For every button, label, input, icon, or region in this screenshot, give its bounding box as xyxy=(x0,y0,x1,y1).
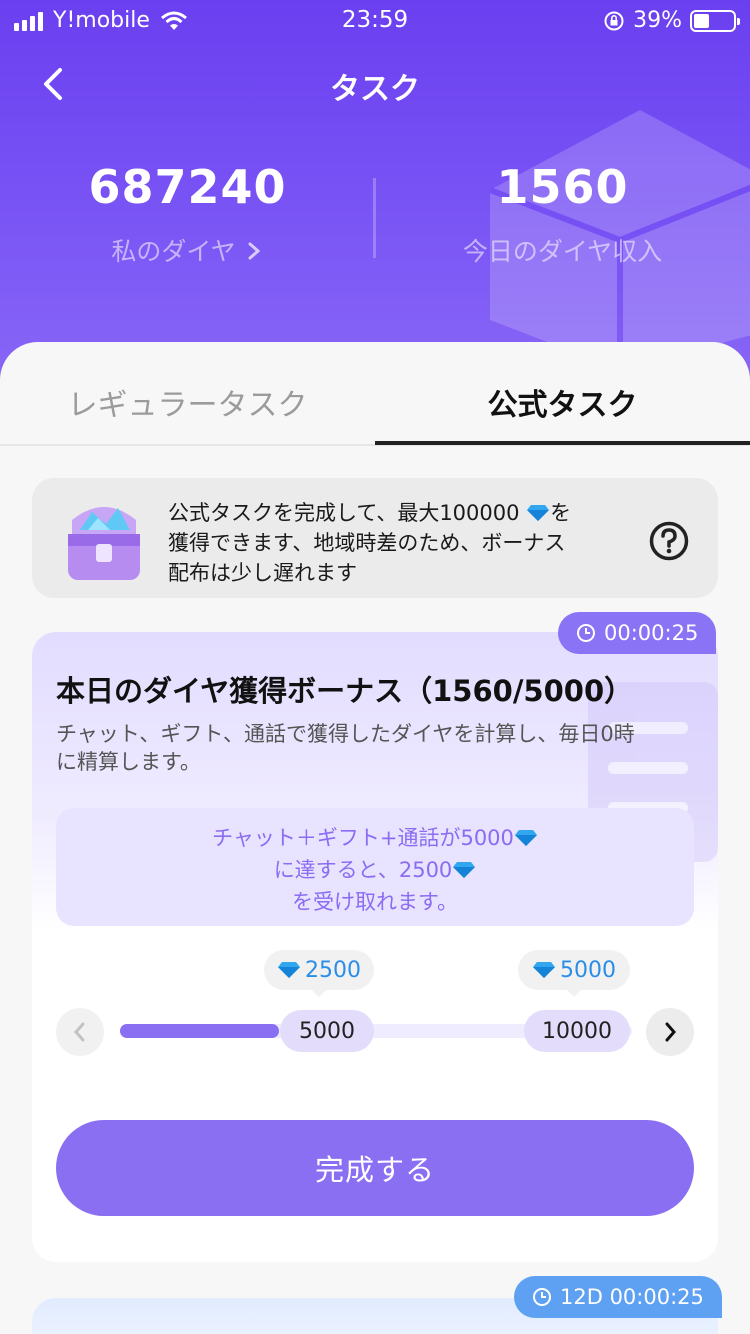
task-description-l1: チャット、ギフト、通話で獲得したダイヤを計算し、毎日0時 xyxy=(56,722,635,746)
help-question-icon[interactable] xyxy=(648,520,690,562)
task-title: 本日のダイヤ獲得ボーナス（1560/5000） xyxy=(56,674,634,708)
info-line-2: 獲得できます、地域時差のため、ボーナス xyxy=(168,531,566,555)
condition-line-1: チャット＋ギフト+通話が5000 xyxy=(212,826,514,850)
condition-line-3: を受け取れます。 xyxy=(292,890,458,914)
active-tab-indicator xyxy=(375,441,750,445)
task-timer-text: 00:00:25 xyxy=(604,621,699,645)
task-condition: チャット＋ギフト+通話が5000 に達すると、2500 を受け取れます。 xyxy=(56,808,694,926)
tab-bar: レギュラータスク 公式タスク xyxy=(0,342,750,446)
task-description-l2: に精算します。 xyxy=(56,750,201,774)
diamond-icon xyxy=(527,505,550,521)
info-text: 公式タスクを完成して、最大100000 を 獲得できます、地域時差のため、ボーナ… xyxy=(168,498,628,588)
rotation-lock-icon xyxy=(604,11,624,30)
today-income-stat: 1560 今日のダイヤ収入 xyxy=(375,160,750,268)
chevron-right-icon xyxy=(665,1022,676,1042)
diamond-icon xyxy=(453,862,476,878)
complete-button[interactable]: 完成する xyxy=(56,1120,694,1216)
prev-button[interactable] xyxy=(56,1008,104,1056)
milestone-2: 10000 xyxy=(524,1010,630,1052)
info-line-3: 配布は少し遅れます xyxy=(168,561,357,585)
chevron-left-icon xyxy=(74,1022,85,1042)
info-line-1-suffix: を xyxy=(550,501,572,525)
next-task-timer-text: 12D 00:00:25 xyxy=(560,1285,704,1309)
header: Y!mobile 23:59 39% タスク 687240 私のダイヤ 1560… xyxy=(0,0,750,400)
page-title: タスク xyxy=(330,72,420,107)
chevron-right-icon xyxy=(248,242,260,260)
milestone-1: 5000 xyxy=(280,1010,374,1052)
info-banner: 公式タスクを完成して、最大100000 を 獲得できます、地域時差のため、ボーナ… xyxy=(32,478,718,598)
task-card: 本日のダイヤ獲得ボーナス（1560/5000） チャット、ギフト、通話で獲得した… xyxy=(32,632,718,1262)
condition-line-2: に達すると、2500 xyxy=(273,858,453,882)
reward-badge-2: 5000 xyxy=(518,950,630,997)
task-timer-badge: 00:00:25 xyxy=(558,612,717,654)
reward-badge-1: 2500 xyxy=(264,950,374,997)
my-diamonds-label: 私のダイヤ xyxy=(111,237,236,266)
diamond-icon xyxy=(278,962,300,978)
diamond-icon xyxy=(533,962,555,978)
treasure-chest-icon xyxy=(68,507,140,580)
status-bar: Y!mobile 23:59 39% xyxy=(0,0,750,42)
today-income-value: 1560 xyxy=(496,160,629,214)
my-diamonds-stat[interactable]: 687240 私のダイヤ xyxy=(0,160,375,268)
next-task-timer-badge: 12D 00:00:25 xyxy=(514,1276,722,1318)
task-description: チャット、ギフト、通話で獲得したダイヤを計算し、毎日0時 に精算します。 xyxy=(56,720,696,776)
clock-icon xyxy=(577,624,595,642)
progress-fill xyxy=(120,1024,279,1038)
clock-icon xyxy=(533,1288,551,1306)
tab-regular-tasks[interactable]: レギュラータスク xyxy=(0,380,375,424)
next-button[interactable] xyxy=(646,1008,694,1056)
info-line-1: 公式タスクを完成して、最大100000 xyxy=(168,501,520,525)
battery-icon xyxy=(690,9,740,32)
reward-value-2: 5000 xyxy=(560,957,616,983)
diamond-icon xyxy=(514,830,537,846)
my-diamonds-value: 687240 xyxy=(88,160,287,214)
today-income-label: 今日のダイヤ収入 xyxy=(462,237,663,266)
reward-value-1: 2500 xyxy=(305,957,361,983)
tab-official-tasks[interactable]: 公式タスク xyxy=(375,380,750,424)
content-sheet: レギュラータスク 公式タスク 公式タスクを完成して、最大100000 を 獲得で… xyxy=(0,342,750,1334)
battery-percent: 39% xyxy=(633,8,682,33)
